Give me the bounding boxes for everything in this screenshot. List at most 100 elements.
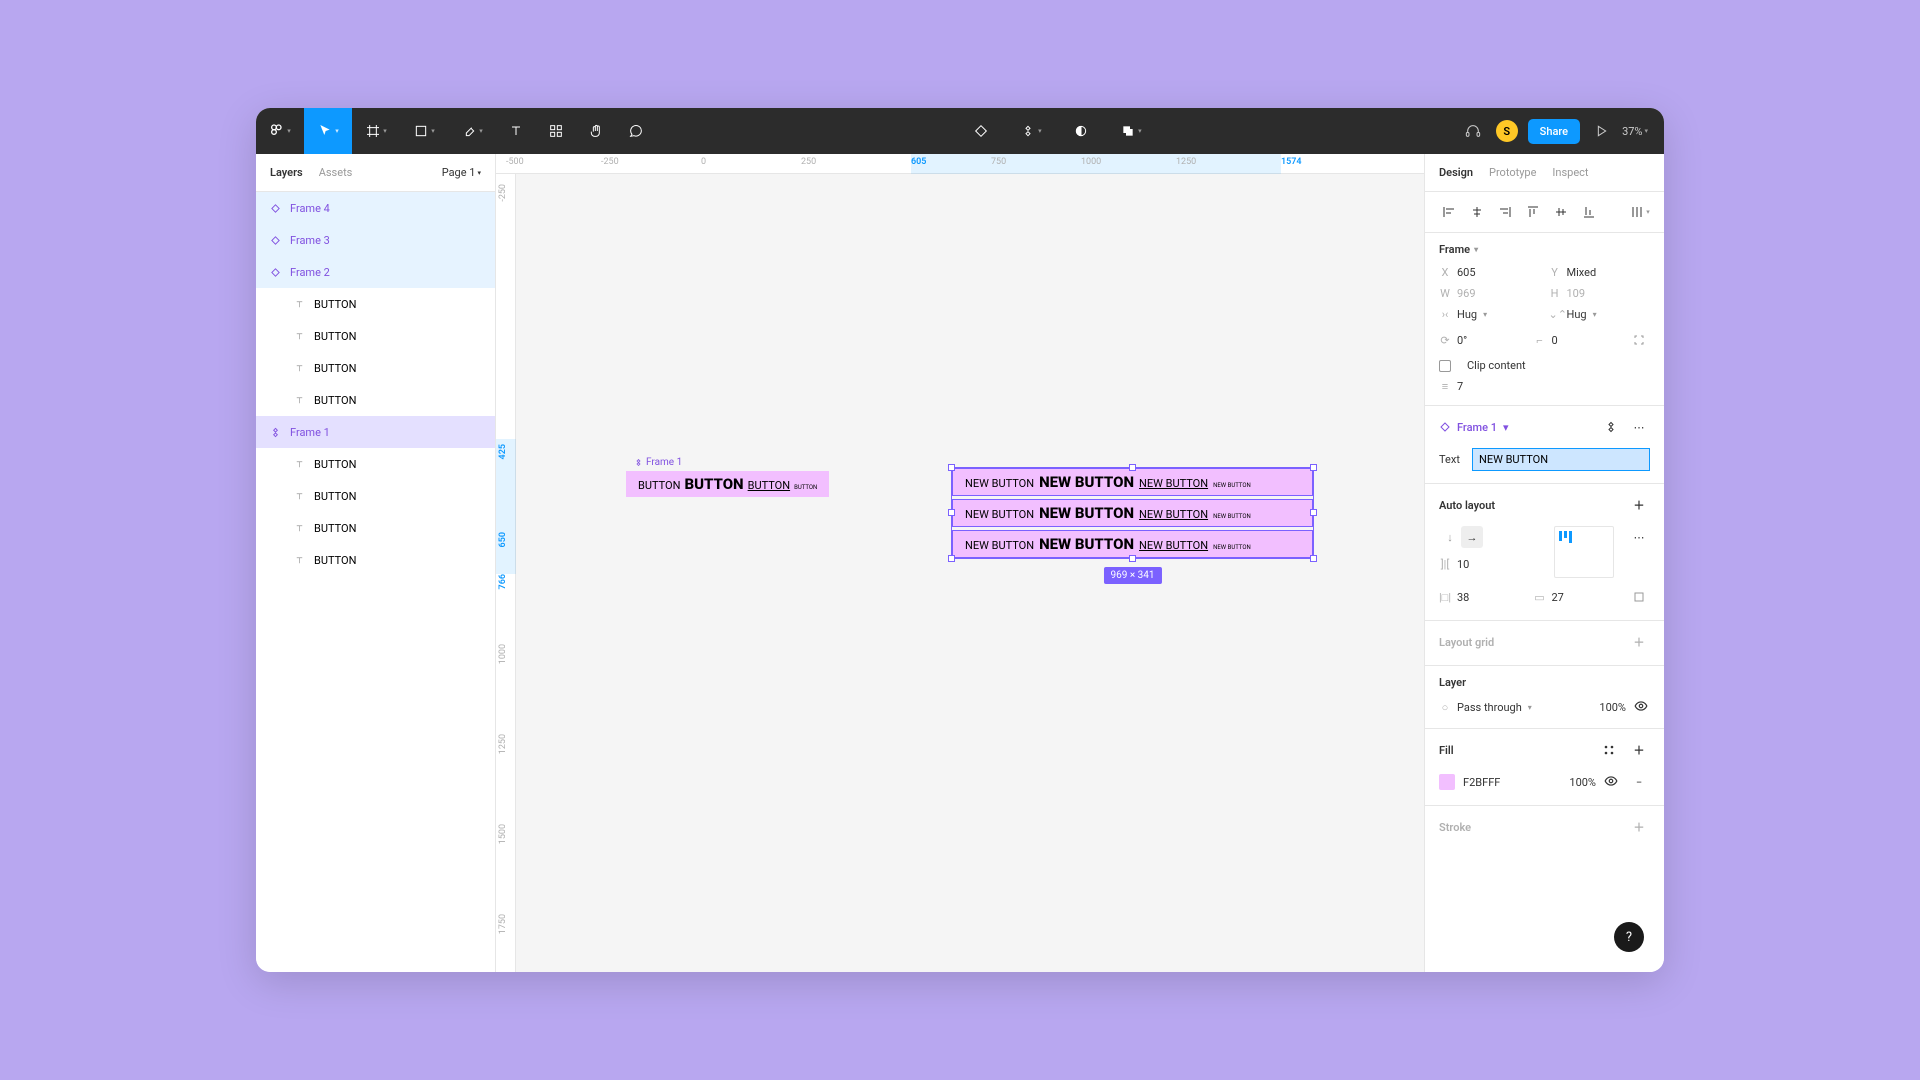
text-tool[interactable] xyxy=(496,108,536,154)
autolayout-more[interactable]: ⋯ xyxy=(1628,526,1650,548)
layer-item[interactable]: BUTTON xyxy=(256,320,495,352)
component-chip[interactable]: Frame 1▾ xyxy=(1439,421,1509,434)
share-button[interactable]: Share xyxy=(1528,119,1580,144)
page-selector[interactable]: Page 1▾ xyxy=(442,166,481,179)
mask-tool[interactable] xyxy=(1061,108,1101,154)
selection-group[interactable]: NEW BUTTONNEW BUTTONNEW BUTTONNEW BUTTON… xyxy=(951,467,1314,559)
h-field[interactable]: H109 xyxy=(1549,287,1651,300)
resize-handle-r[interactable] xyxy=(1310,509,1317,516)
zoom-dropdown[interactable]: 37%▾ xyxy=(1622,125,1648,138)
move-tool[interactable]: ▾ xyxy=(304,108,352,154)
menu-button[interactable]: ▾ xyxy=(256,108,304,154)
remove-fill[interactable]: − xyxy=(1628,771,1650,793)
layer-item[interactable]: BUTTON xyxy=(256,288,495,320)
add-grid[interactable]: ＋ xyxy=(1628,631,1650,653)
alignment-box[interactable] xyxy=(1554,526,1614,578)
frame-label[interactable]: Frame 1 xyxy=(634,457,682,468)
tab-inspect[interactable]: Inspect xyxy=(1552,166,1588,179)
direction-horizontal[interactable]: → xyxy=(1461,526,1483,548)
frame-instance[interactable]: NEW BUTTONNEW BUTTONNEW BUTTONNEW BUTTON xyxy=(952,530,1313,558)
boolean-tool[interactable]: ▾ xyxy=(1107,108,1155,154)
layer-item[interactable]: BUTTON xyxy=(256,384,495,416)
frame-title[interactable]: Frame▾ xyxy=(1439,243,1650,256)
align-hcenter-icon xyxy=(1470,205,1484,219)
align-top[interactable] xyxy=(1521,200,1545,224)
frame-1-instance[interactable]: BUTTON BUTTON BUTTON BUTTON xyxy=(626,471,829,497)
align-vcenter[interactable] xyxy=(1549,200,1573,224)
resize-handle-tr[interactable] xyxy=(1310,464,1317,471)
resize-handle-b[interactable] xyxy=(1129,555,1136,562)
layer-item[interactable]: Frame 2 xyxy=(256,256,495,288)
radius-detail[interactable] xyxy=(1628,329,1650,351)
w-field[interactable]: W969 xyxy=(1439,287,1541,300)
opacity-value[interactable]: 100% xyxy=(1599,701,1626,714)
layer-item[interactable]: Frame 3 xyxy=(256,224,495,256)
frame-tool[interactable]: ▾ xyxy=(352,108,400,154)
shape-tool[interactable]: ▾ xyxy=(400,108,448,154)
avatar[interactable]: S xyxy=(1496,120,1518,142)
frame-instance[interactable]: NEW BUTTONNEW BUTTONNEW BUTTONNEW BUTTON xyxy=(952,468,1313,496)
tab-prototype[interactable]: Prototype xyxy=(1489,166,1536,179)
padh-field[interactable]: |□|38 xyxy=(1439,586,1526,608)
align-hcenter[interactable] xyxy=(1465,200,1489,224)
more-options[interactable]: ⋯ xyxy=(1628,416,1650,438)
fill-opacity[interactable]: 100% xyxy=(1569,776,1596,789)
resources-tool[interactable] xyxy=(536,108,576,154)
tab-design[interactable]: Design xyxy=(1439,166,1473,179)
layer-item[interactable]: Frame 4 xyxy=(256,192,495,224)
fill-swatch[interactable] xyxy=(1439,774,1455,790)
component-set-tool[interactable]: ▾ xyxy=(1007,108,1055,154)
fill-hex[interactable]: F2BFFF xyxy=(1463,776,1561,789)
direction-vertical[interactable]: ↓ xyxy=(1439,526,1461,548)
padv-field[interactable]: ▭27 xyxy=(1534,586,1621,608)
frame-instance[interactable]: NEW BUTTONNEW BUTTONNEW BUTTONNEW BUTTON xyxy=(952,499,1313,527)
dots-icon: ⋯ xyxy=(1634,421,1645,434)
layer-item[interactable]: BUTTON xyxy=(256,544,495,576)
vresize-field[interactable]: ⌄⌃Hug▾ xyxy=(1549,308,1651,321)
help-button[interactable]: ? xyxy=(1614,922,1644,952)
body: Layers Assets Page 1▾ Frame 4Frame 3Fram… xyxy=(256,154,1664,972)
distribute[interactable]: ▾ xyxy=(1628,200,1652,224)
component-tool[interactable] xyxy=(961,108,1001,154)
fill-visibility[interactable] xyxy=(1604,774,1620,791)
gap-field[interactable]: ]|[10 xyxy=(1439,558,1540,571)
comment-tool[interactable] xyxy=(616,108,656,154)
layer-item[interactable]: BUTTON xyxy=(256,448,495,480)
rotation-field[interactable]: ⟳0° xyxy=(1439,329,1526,351)
audio-button[interactable] xyxy=(1460,108,1486,154)
direction-select[interactable]: ↓ → xyxy=(1439,526,1483,548)
y-field[interactable]: YMixed xyxy=(1549,266,1651,279)
present-button[interactable] xyxy=(1590,108,1612,154)
resize-handle-tl[interactable] xyxy=(948,464,955,471)
swap-instance[interactable] xyxy=(1600,416,1622,438)
visibility-toggle[interactable] xyxy=(1634,699,1650,716)
layer-item[interactable]: BUTTON xyxy=(256,480,495,512)
align-right[interactable] xyxy=(1493,200,1517,224)
resize-handle-br[interactable] xyxy=(1310,555,1317,562)
layer-item[interactable]: BUTTON xyxy=(256,352,495,384)
tab-assets[interactable]: Assets xyxy=(319,166,353,179)
hresize-field[interactable]: ›‹Hug▾ xyxy=(1439,308,1541,321)
align-bottom[interactable] xyxy=(1577,200,1601,224)
padding-detail[interactable] xyxy=(1628,586,1650,608)
add-stroke[interactable]: ＋ xyxy=(1628,816,1650,838)
resize-handle-t[interactable] xyxy=(1129,464,1136,471)
clip-checkbox[interactable] xyxy=(1439,360,1451,372)
fill-styles[interactable] xyxy=(1598,739,1620,761)
tab-layers[interactable]: Layers xyxy=(270,166,303,179)
layer-item[interactable]: BUTTON xyxy=(256,512,495,544)
blend-field[interactable]: ○Pass through▾ xyxy=(1439,701,1591,714)
align-left[interactable] xyxy=(1437,200,1461,224)
layer-item[interactable]: Frame 1 xyxy=(256,416,495,448)
hand-tool[interactable] xyxy=(576,108,616,154)
text-prop-input[interactable] xyxy=(1472,448,1650,471)
radius-field[interactable]: ⌐0 xyxy=(1534,329,1621,351)
x-field[interactable]: X605 xyxy=(1439,266,1541,279)
pen-tool[interactable]: ▾ xyxy=(448,108,496,154)
canvas[interactable]: -500-2500250605750100012501574 -25042565… xyxy=(496,154,1424,972)
add-fill[interactable]: ＋ xyxy=(1628,739,1650,761)
resize-handle-l[interactable] xyxy=(948,509,955,516)
spacing-field[interactable]: ≡7 xyxy=(1439,380,1650,393)
resize-handle-bl[interactable] xyxy=(948,555,955,562)
add-autolayout[interactable]: ＋ xyxy=(1628,494,1650,516)
